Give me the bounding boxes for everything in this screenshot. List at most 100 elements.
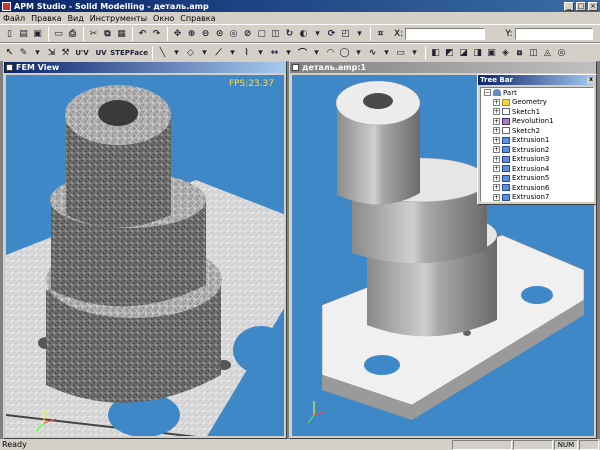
revolve-icon[interactable]: ◩	[443, 46, 456, 59]
expand-icon[interactable]: +	[493, 146, 500, 154]
boolean-icon[interactable]: ◈	[499, 46, 512, 59]
folder-icon[interactable]: ▭	[52, 27, 65, 40]
expand-icon[interactable]: +	[493, 127, 500, 135]
expand-icon[interactable]: +	[493, 165, 500, 173]
dropdown-icon[interactable]: ▾	[170, 46, 183, 59]
dropdown-icon[interactable]: ▾	[198, 46, 211, 59]
snap-icon[interactable]: ⌗	[374, 27, 387, 40]
x-coord-input[interactable]	[405, 27, 486, 40]
zoom-in-icon[interactable]: ⊕	[185, 27, 198, 40]
expand-icon[interactable]: +	[493, 184, 500, 192]
expand-icon[interactable]: +	[493, 155, 500, 163]
dropdown-icon[interactable]: ▾	[352, 46, 365, 59]
menu-file[interactable]: Файл	[0, 14, 28, 23]
paste-icon[interactable]: ▦	[115, 27, 128, 40]
tree-item-extrusion3[interactable]: + Extrusion3	[481, 155, 593, 165]
uv-icon[interactable]: U'V	[73, 46, 91, 59]
tree-bar-titlebar[interactable]: Tree Bar x	[478, 75, 596, 85]
tree-item-revolution1[interactable]: + Revolution1	[481, 117, 593, 127]
view-dropdown-icon[interactable]: ▾	[311, 27, 324, 40]
line-tool-icon[interactable]: ╲	[156, 46, 169, 59]
mirror-icon[interactable]: ◫	[527, 46, 540, 59]
zoom-all-icon[interactable]: ◫	[269, 27, 282, 40]
segment-tool-icon[interactable]: ⟋	[212, 46, 225, 59]
close-button[interactable]: ×	[588, 1, 598, 11]
import-icon[interactable]: ⇲	[45, 46, 58, 59]
sketch-edit-icon[interactable]: ✎	[17, 46, 30, 59]
menu-view[interactable]: Вид	[65, 14, 87, 23]
tree-item-extrusion2[interactable]: + Extrusion2	[481, 145, 593, 155]
fem-view-titlebar[interactable]: FEM View	[4, 62, 286, 73]
tree-item-extrusion6[interactable]: + Extrusion6	[481, 183, 593, 193]
y-coord-input[interactable]	[514, 27, 593, 40]
tree-item-extrusion7[interactable]: + Extrusion7	[481, 193, 593, 201]
fillet-tool-icon[interactable]: ⌒	[296, 46, 309, 59]
refresh-icon[interactable]: ⟳	[325, 27, 338, 40]
tree-bar-panel[interactable]: Tree Bar x − Part + Geometry + Sketch1 +	[477, 74, 597, 205]
expand-icon[interactable]: +	[493, 193, 500, 201]
rotate-icon[interactable]: ↻	[283, 27, 296, 40]
zoom-out-icon[interactable]: ⊖	[199, 27, 212, 40]
uv-alt-icon[interactable]: UV	[92, 46, 110, 59]
tree-item-sketch2[interactable]: + Sketch2	[481, 126, 593, 136]
redo-icon[interactable]: ↷	[150, 27, 163, 40]
zoom-realtime-icon[interactable]: ◎	[227, 27, 240, 40]
cut-icon[interactable]: ✂	[87, 27, 100, 40]
menu-edit[interactable]: Правка	[28, 14, 64, 23]
print-icon[interactable]: ⎙	[66, 27, 79, 40]
fem-view-window[interactable]: FEM View FPS:23.37	[3, 61, 287, 439]
zoom-extents-icon[interactable]: ▢	[255, 27, 268, 40]
spline-tool-icon[interactable]: ∿	[366, 46, 379, 59]
chamfer-icon[interactable]: ◬	[541, 46, 554, 59]
dropdown-icon[interactable]: ▾	[254, 46, 267, 59]
circle-tool-icon[interactable]: ◯	[338, 46, 351, 59]
tree-item-extrusion1[interactable]: + Extrusion1	[481, 136, 593, 146]
tools-icon[interactable]: ⚒	[59, 46, 72, 59]
point-tool-icon[interactable]: ◇	[184, 46, 197, 59]
expand-icon[interactable]: +	[493, 136, 500, 144]
expand-icon[interactable]: +	[493, 174, 500, 182]
mode-dropdown-icon[interactable]: ▾	[353, 27, 366, 40]
rectangle-tool-icon[interactable]: ▭	[394, 46, 407, 59]
dropdown-icon[interactable]: ▾	[31, 46, 44, 59]
loft-icon[interactable]: ◨	[471, 46, 484, 59]
model-view-titlebar[interactable]: деталь.amp:1	[290, 62, 596, 73]
pan-icon[interactable]: ✥	[171, 27, 184, 40]
tree-item-extrusion4[interactable]: + Extrusion4	[481, 164, 593, 174]
expand-icon[interactable]: +	[493, 117, 500, 125]
extrude-icon[interactable]: ◧	[429, 46, 442, 59]
menu-window[interactable]: Окно	[150, 14, 177, 23]
dropdown-icon[interactable]: ▾	[380, 46, 393, 59]
orbit-icon[interactable]: ◐	[297, 27, 310, 40]
hole-icon[interactable]: ◎	[555, 46, 568, 59]
zoom-previous-icon[interactable]: ⊘	[241, 27, 254, 40]
zoom-window-icon[interactable]: ⊙	[213, 27, 226, 40]
arc-tool-icon[interactable]: ◠	[324, 46, 337, 59]
step-export-button[interactable]: STEP	[110, 46, 130, 59]
dropdown-icon[interactable]: ▾	[226, 46, 239, 59]
menu-help[interactable]: Справка	[177, 14, 218, 23]
face-button[interactable]: Face	[130, 46, 148, 59]
dropdown-icon[interactable]: ▾	[408, 46, 421, 59]
open-icon[interactable]: ▤	[17, 27, 30, 40]
select-icon[interactable]: ◰	[339, 27, 352, 40]
shell-icon[interactable]: ▣	[485, 46, 498, 59]
minimize-button[interactable]: _	[564, 1, 574, 11]
dimension-tool-icon[interactable]: ↔	[268, 46, 281, 59]
undo-icon[interactable]: ↶	[136, 27, 149, 40]
new-icon[interactable]: ▯	[3, 27, 16, 40]
save-icon[interactable]: ▣	[31, 27, 44, 40]
expand-icon[interactable]: +	[493, 98, 500, 106]
dropdown-icon[interactable]: ▾	[310, 46, 323, 59]
sweep-icon[interactable]: ◪	[457, 46, 470, 59]
tree-item-extrusion5[interactable]: + Extrusion5	[481, 174, 593, 184]
pointer-icon[interactable]: ↖	[3, 46, 16, 59]
tree-item-part[interactable]: − Part	[481, 88, 593, 98]
maximize-button[interactable]: □	[576, 1, 586, 11]
copy-icon[interactable]: ⧉	[101, 27, 114, 40]
pattern-icon[interactable]: ⧈	[513, 46, 526, 59]
dropdown-icon[interactable]: ▾	[282, 46, 295, 59]
collapse-icon[interactable]: −	[484, 89, 491, 97]
feature-tree[interactable]: − Part + Geometry + Sketch1 + Revolution…	[480, 87, 594, 202]
expand-icon[interactable]: +	[493, 108, 500, 116]
